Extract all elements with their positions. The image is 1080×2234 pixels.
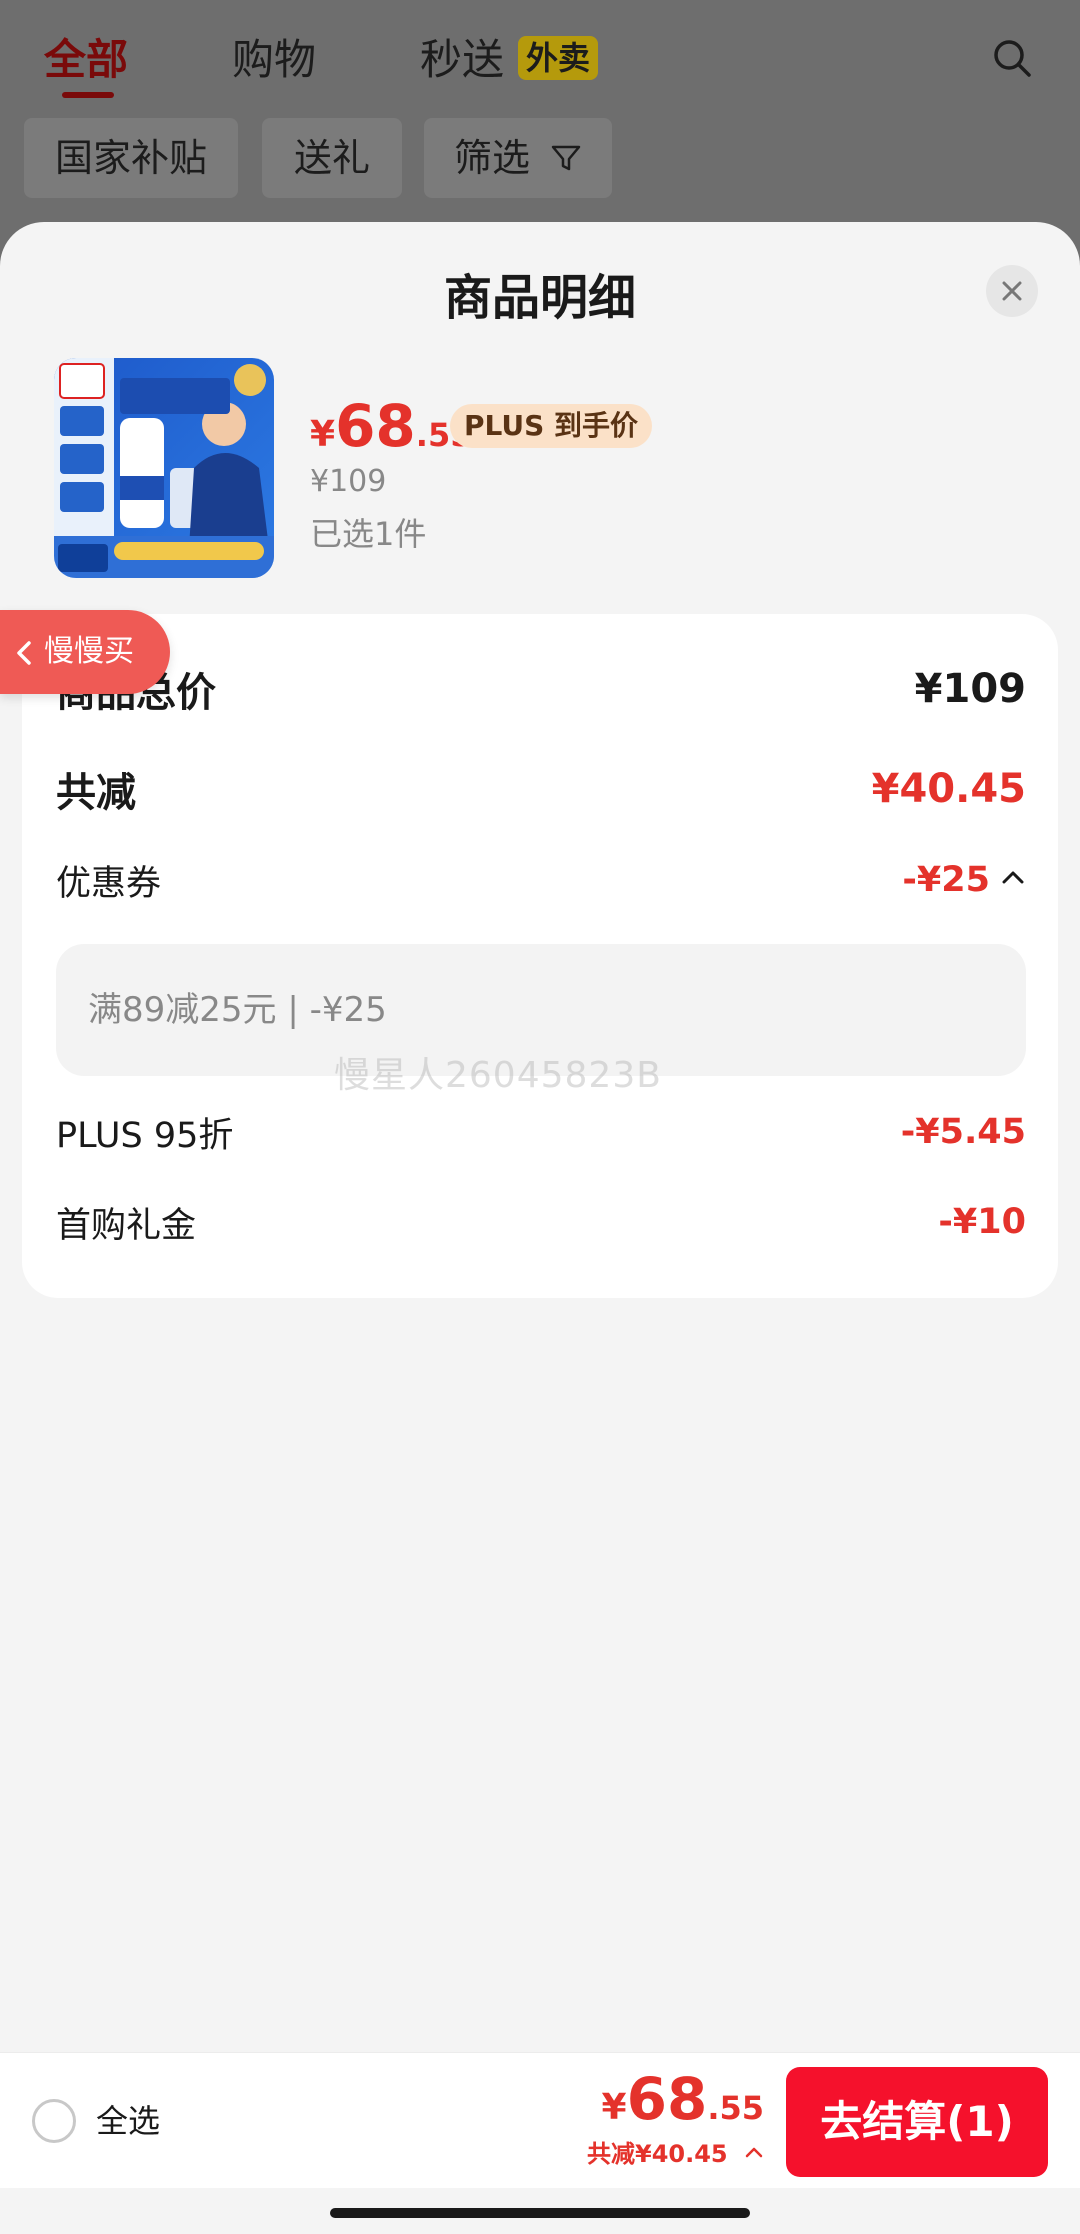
product-price: ¥ 68 .55 xyxy=(310,392,472,462)
tab-express[interactable]: 秒送 xyxy=(420,30,504,90)
row-total-price: 商品总价 ¥109 xyxy=(56,654,1026,724)
total-price-value: ¥109 xyxy=(914,666,1026,712)
price-symbol: ¥ xyxy=(310,414,336,455)
chevron-left-icon xyxy=(14,610,34,694)
sheet-title: 商品明细 xyxy=(443,270,636,326)
tab-all[interactable]: 全部 xyxy=(44,30,128,90)
coupon-value: -¥25 xyxy=(902,860,990,900)
chip-national-subsidy[interactable]: 国家补贴 xyxy=(24,118,238,198)
row-coupon[interactable]: 优惠券 -¥25 xyxy=(56,850,1026,910)
product-detail-sheet: 商品明细 ¥ 68 .55 PLUS 到手价 ¥109 已选1件 ¥109 共减… xyxy=(0,222,1080,2234)
checkout-button[interactable]: 去结算(1) xyxy=(786,2067,1048,2177)
close-button[interactable] xyxy=(986,265,1038,317)
plus-discount-value: -¥5.45 xyxy=(900,1112,1026,1152)
search-icon[interactable] xyxy=(992,38,1032,78)
home-indicator xyxy=(330,2208,750,2218)
first-purchase-gift-value: -¥10 xyxy=(938,1202,1026,1242)
close-icon xyxy=(1002,281,1022,301)
takeout-badge: 外卖 xyxy=(518,36,599,80)
bottom-action-bar: 全选 ¥ 68 .55 共减¥40.45 去结算(1) xyxy=(0,2052,1080,2188)
chip-filter[interactable]: 筛选 xyxy=(424,118,612,198)
coupon-label: 优惠券 xyxy=(56,863,162,904)
watermark: 慢星人26045823B xyxy=(334,1055,662,1096)
first-purchase-gift-label: 首购礼金 xyxy=(56,1205,197,1246)
row-first-purchase-gift: 首购礼金 -¥10 xyxy=(56,1192,1026,1252)
select-all-label[interactable]: 全选 xyxy=(96,2099,160,2143)
chip-gift[interactable]: 送礼 xyxy=(262,118,402,198)
bottom-saved-text: 共减¥40.45 xyxy=(587,2140,728,2168)
plus-discount-label: PLUS 95折 xyxy=(56,1115,234,1156)
selected-count: 已选1件 xyxy=(310,515,427,553)
product-image[interactable] xyxy=(54,358,274,578)
slow-buy-floating-button[interactable]: 慢慢买 xyxy=(0,610,170,694)
row-total-reduction: 共减 ¥40.45 xyxy=(56,754,1026,824)
filter-icon xyxy=(550,121,582,201)
bottom-price-decimal: .55 xyxy=(707,2089,764,2127)
plus-price-tag: PLUS 到手价 xyxy=(450,404,653,448)
reduction-label: 共减 xyxy=(56,770,136,816)
active-tab-underline xyxy=(62,92,114,98)
chevron-up-icon xyxy=(744,2138,764,2172)
original-price: ¥109 xyxy=(310,464,387,499)
bottom-price-integer: 68 xyxy=(626,2065,708,2133)
chevron-up-icon[interactable] xyxy=(1000,865,1026,895)
tab-shopping[interactable]: 购物 xyxy=(232,30,316,90)
slow-buy-label: 慢慢买 xyxy=(44,634,134,669)
bottom-total-price: ¥ 68 .55 xyxy=(602,2065,764,2133)
bottom-price-symbol: ¥ xyxy=(601,2087,627,2128)
price-integer: 68 xyxy=(335,392,416,460)
chip-filter-label: 筛选 xyxy=(453,136,530,180)
reduction-value: ¥40.45 xyxy=(871,766,1026,812)
row-plus-discount: PLUS 95折 -¥5.45 xyxy=(56,1102,1026,1162)
bottom-saved-amount[interactable]: 共减¥40.45 xyxy=(587,2137,764,2172)
select-all-radio[interactable] xyxy=(32,2099,76,2143)
price-breakdown-card: 商品总价 ¥109 共减 ¥40.45 优惠券 -¥25 满89减25元 | -… xyxy=(22,614,1058,1298)
